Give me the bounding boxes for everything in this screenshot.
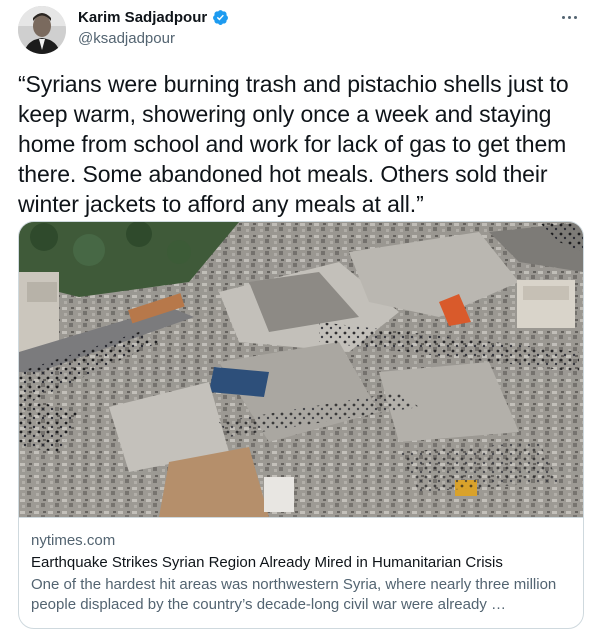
card-description: One of the hardest hit areas was northwe… [31,576,557,613]
author-name-row: Karim Sadjadpour [78,9,229,26]
avatar-photo-icon [18,6,66,54]
card-title[interactable]: Earthquake Strikes Syrian Region Already… [31,554,503,571]
verified-badge-icon [213,10,229,25]
more-options-button[interactable] [558,8,580,26]
more-horizontal-icon [567,15,571,19]
author-name[interactable]: Karim Sadjadpour [78,9,207,26]
tweet: Karim Sadjadpour @ksadjadpour “Syrians w… [0,0,602,639]
link-card[interactable]: nytimes.com Earthquake Strikes Syrian Re… [18,221,584,629]
tweet-text: “Syrians were burning trash and pistachi… [18,71,569,217]
more-horizontal-icon [573,15,577,19]
card-domain: nytimes.com [31,532,116,549]
card-divider [19,517,583,518]
more-horizontal-icon [561,15,565,19]
author-handle[interactable]: @ksadjadpour [78,30,175,47]
card-image[interactable] [19,222,583,517]
avatar[interactable] [18,6,66,54]
